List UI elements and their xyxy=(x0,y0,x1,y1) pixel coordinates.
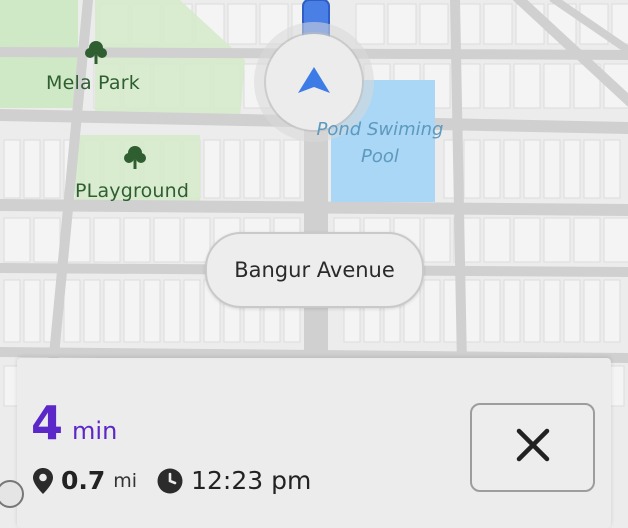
building-block xyxy=(543,279,561,343)
building-block xyxy=(123,279,141,343)
building-block xyxy=(513,63,541,109)
distance-unit: mi xyxy=(113,469,138,492)
building-block xyxy=(563,279,581,343)
building-block xyxy=(419,3,449,45)
eta-row: 4 min xyxy=(31,396,117,450)
building-block xyxy=(33,217,61,263)
street-name-pill: Bangur Avenue xyxy=(205,232,424,308)
building-block xyxy=(203,139,221,199)
building-block xyxy=(355,3,385,45)
location-pin-icon xyxy=(33,467,53,494)
building-block xyxy=(103,279,121,343)
building-block xyxy=(123,217,151,263)
building-block xyxy=(263,139,281,199)
building-block xyxy=(483,3,513,45)
building-block xyxy=(93,217,121,263)
building-block xyxy=(523,279,541,343)
building-block xyxy=(573,217,601,263)
eta-value: 4 xyxy=(31,396,64,450)
building-block xyxy=(563,139,581,199)
building-block xyxy=(503,279,521,343)
street-name-label: Bangur Avenue xyxy=(234,258,395,282)
building-block xyxy=(463,279,481,343)
building-block xyxy=(143,279,161,343)
building-block xyxy=(63,279,81,343)
poi-label-pool[interactable]: Pond Swiming Pool xyxy=(316,116,444,170)
building-block xyxy=(423,279,441,343)
building-block xyxy=(483,279,501,343)
navigation-info-card: 4 min 0.7 mi 12:23 pm xyxy=(17,358,611,528)
building-block xyxy=(543,217,571,263)
building-block xyxy=(23,279,41,343)
building-block xyxy=(543,63,571,109)
building-block xyxy=(223,139,241,199)
building-block xyxy=(423,217,451,263)
distance-value: 0.7 xyxy=(61,466,106,495)
building-block xyxy=(603,139,621,199)
building-block xyxy=(3,139,21,199)
building-block xyxy=(583,279,601,343)
building-block xyxy=(463,139,481,199)
eta-unit: min xyxy=(72,417,118,445)
building-block xyxy=(3,279,21,343)
arrival-time: 12:23 pm xyxy=(191,466,312,495)
building-block xyxy=(243,139,261,199)
building-block xyxy=(183,279,201,343)
poi-label-playground[interactable]: PLayground xyxy=(75,180,189,202)
pool-label-line-2: Pool xyxy=(361,146,399,167)
building-block xyxy=(503,139,521,199)
clock-icon xyxy=(157,468,183,494)
building-block xyxy=(43,139,61,199)
pool-label-line-1: Pond Swiming xyxy=(316,119,444,140)
trip-meta-row: 0.7 mi 12:23 pm xyxy=(33,466,311,495)
building-block xyxy=(483,139,501,199)
close-icon xyxy=(516,428,550,467)
building-block xyxy=(153,217,181,263)
building-block xyxy=(483,217,511,263)
building-block xyxy=(483,63,511,109)
building-block xyxy=(603,279,621,343)
building-block xyxy=(227,3,257,45)
building-block xyxy=(387,3,417,45)
building-block xyxy=(543,139,561,199)
building-block xyxy=(163,279,181,343)
building-block xyxy=(283,139,301,199)
building-block xyxy=(83,279,101,343)
building-block xyxy=(523,139,541,199)
building-block xyxy=(513,217,541,263)
poi-label-mela-park[interactable]: Mela Park xyxy=(46,72,140,94)
building-block xyxy=(23,139,41,199)
building-block xyxy=(3,217,31,263)
building-block xyxy=(603,217,628,263)
building-block xyxy=(583,139,601,199)
close-navigation-button[interactable] xyxy=(470,403,595,492)
